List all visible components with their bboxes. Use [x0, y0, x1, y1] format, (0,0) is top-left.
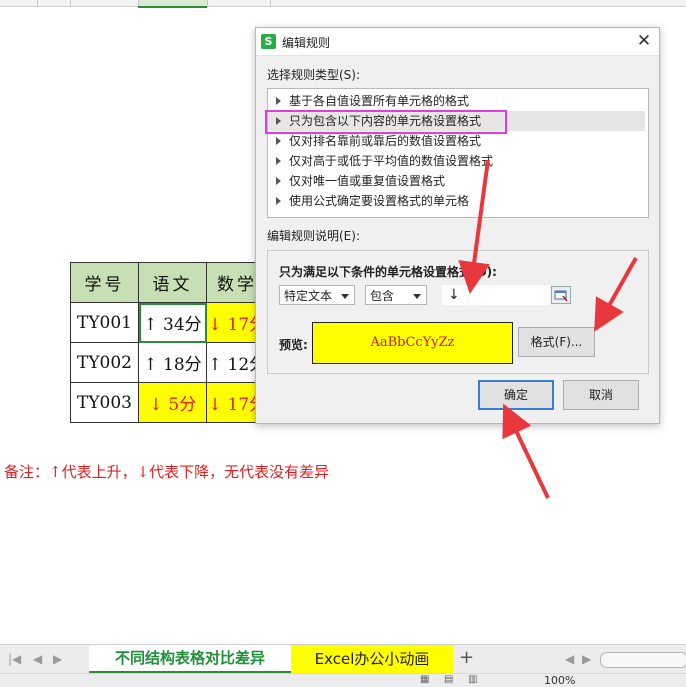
page-break-icon[interactable]: ▥	[468, 674, 477, 685]
arrow-to-format-button	[594, 257, 638, 332]
sheet-tab-bar: |◀ ◀ ▶ 不同结构表格对比差异 Excel办公小动画 + ◀ ▶	[0, 644, 686, 674]
red-arrow-icon	[458, 159, 638, 499]
first-sheet-icon[interactable]: |◀	[8, 652, 21, 666]
prev-sheet-icon[interactable]: ◀	[33, 652, 42, 666]
zoom-level[interactable]: 100%	[544, 674, 575, 687]
next-sheet-icon[interactable]: ▶	[53, 652, 62, 666]
scroll-right-icon[interactable]: ▶	[582, 652, 591, 666]
horizontal-scrollbar[interactable]	[600, 652, 686, 668]
scroll-left-icon[interactable]: ◀	[565, 652, 574, 666]
status-bar: ▦ ▤ ▥ 100%	[0, 673, 686, 687]
tab-sheet[interactable]: Excel办公小动画	[291, 645, 453, 674]
add-sheet-button[interactable]: +	[459, 647, 474, 668]
page-layout-icon[interactable]: ▤	[444, 674, 453, 685]
tab-sheet-active[interactable]: 不同结构表格对比差异	[89, 645, 291, 674]
normal-view-icon[interactable]: ▦	[420, 674, 429, 685]
arrow-to-value-field	[458, 159, 491, 294]
arrow-to-ok-button	[502, 403, 550, 499]
